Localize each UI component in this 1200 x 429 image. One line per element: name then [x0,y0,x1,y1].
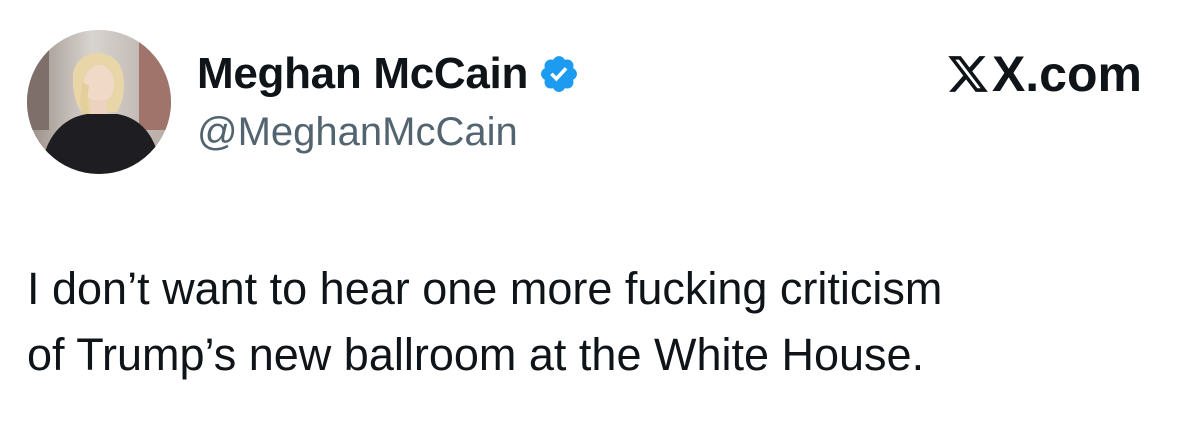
x-logo-icon [948,56,988,92]
source-brand: X.com [946,44,1142,104]
tweet-text: I don’t want to hear one more fucking cr… [27,256,1177,388]
verified-badge-icon [541,56,577,92]
avatar[interactable] [27,30,171,174]
author-name-row: Meghan McCain [197,46,580,102]
avatar-photo-icon [27,30,171,174]
source-label: X.com [991,46,1142,102]
tweet-card: Meghan McCain @MeghanMcCain X.com I don’… [0,0,1200,429]
tweet-text-line: of Trump’s new ballroom at the White Hou… [27,329,925,380]
display-name[interactable]: Meghan McCain [197,49,528,99]
tweet-text-line: I don’t want to hear one more fucking cr… [27,263,943,314]
author-handle[interactable]: @MeghanMcCain [197,110,518,155]
